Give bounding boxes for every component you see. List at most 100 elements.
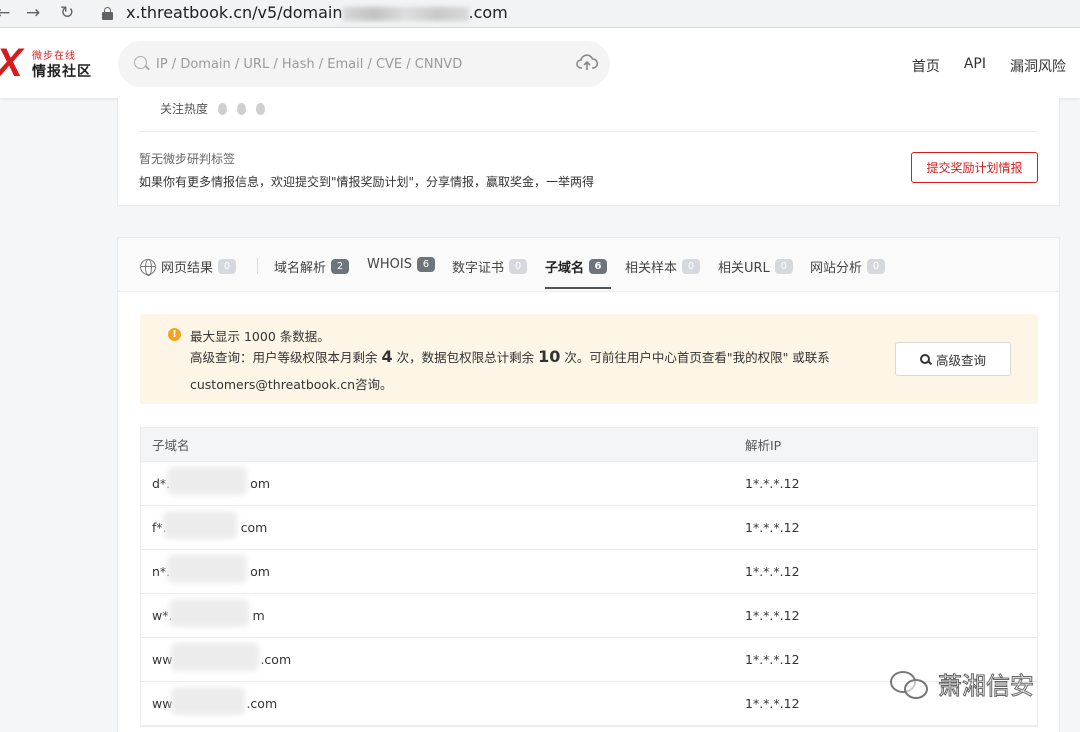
search-icon — [134, 56, 147, 69]
tab-count-badge: 0 — [218, 259, 237, 274]
subdomain-end: com — [240, 520, 268, 535]
cloud-upload-icon[interactable] — [576, 53, 598, 73]
table-row[interactable]: n*. om 1*.*.*.12 — [141, 550, 1037, 594]
table-row[interactable]: w*. m 1*.*.*.12 — [141, 594, 1037, 638]
lock-icon[interactable] — [102, 7, 113, 20]
subdomain-cell: w*. m — [141, 599, 735, 627]
redaction-block — [169, 599, 249, 627]
tab-count-badge: 0 — [509, 259, 528, 274]
notice-text: 次。可前往用户中心首页查看"我的权限" 或联系 — [560, 350, 830, 365]
reload-icon[interactable]: ↻ — [60, 2, 74, 24]
tab-whois[interactable]: WHOIS 6 — [367, 257, 435, 272]
package-remaining-count: 10 — [538, 347, 561, 366]
redaction-block — [171, 643, 259, 671]
result-tabs: 网页结果 0 域名解析 2 WHOIS 6 数字证书 0 子域名 6 相关样本 … — [118, 238, 1059, 292]
ip-cell: 1*.*.*.12 — [745, 564, 800, 579]
url-suffix: .com — [468, 3, 508, 22]
tab-label: 网页结果 — [161, 261, 214, 276]
search-icon — [919, 354, 930, 364]
tab-label: 相关URL — [718, 261, 770, 276]
tab-count-badge: 0 — [682, 259, 701, 274]
tab-related-samples[interactable]: 相关样本 0 — [625, 257, 701, 276]
flame-icon — [218, 102, 228, 115]
redaction-block — [171, 687, 245, 715]
query-limit-notice: ! 最大显示 1000 条数据。 高级查询：用户等级权限本月剩余 4 次，数据包… — [140, 314, 1038, 404]
redaction-block — [167, 467, 247, 495]
tab-separator — [257, 258, 258, 274]
site-header: X 微步在线 情报社区 首页 API 漏洞风险 — [0, 28, 1080, 98]
subdomain-end: .com — [246, 696, 278, 711]
url-redaction — [342, 6, 469, 21]
wechat-watermark: 萧湘信安 — [888, 666, 1035, 701]
url-field[interactable]: x.threatbook.cn/v5/domain .com — [126, 3, 508, 22]
flame-icon — [237, 102, 247, 115]
globe-icon — [140, 258, 156, 276]
tab-related-urls[interactable]: 相关URL 0 — [718, 257, 793, 276]
ip-cell: 1*.*.*.12 — [745, 476, 800, 491]
watermark-text: 萧湘信安 — [938, 672, 1035, 701]
intel-summary-card: 关注热度 暂无微步研判标签 如果你有更多情报信息，欢迎提交到"情报奖励计划"，分… — [117, 98, 1060, 206]
threatbook-logo[interactable]: X 微步在线 情报社区 — [0, 43, 100, 83]
subdomain-cell: ww .com — [141, 687, 735, 715]
tab-site-analysis[interactable]: 网站分析 0 — [810, 257, 886, 276]
tab-dns-resolution[interactable]: 域名解析 2 — [274, 257, 350, 276]
subdomain-cell: d*. om — [141, 467, 735, 495]
ip-cell: 1*.*.*.12 — [745, 608, 800, 623]
tab-label: 域名解析 — [274, 261, 327, 276]
logo-title: 情报社区 — [32, 64, 92, 80]
results-card: 网页结果 0 域名解析 2 WHOIS 6 数字证书 0 子域名 6 相关样本 … — [117, 237, 1060, 732]
subdomain-start: ww — [152, 652, 173, 667]
logo-x-mark: X — [0, 43, 23, 83]
header-resolved-ip: 解析IP — [745, 438, 782, 453]
subdomain-cell: ww .com — [141, 643, 735, 671]
tab-count-badge: 0 — [774, 259, 793, 274]
tab-label: WHOIS — [367, 257, 412, 272]
tab-count-badge: 6 — [589, 259, 608, 274]
subdomain-end: om — [250, 476, 270, 491]
search-bar — [118, 41, 610, 87]
header-subdomain: 子域名 — [152, 438, 190, 453]
ip-cell: 1*.*.*.12 — [745, 652, 800, 667]
table-row[interactable]: d*. om 1*.*.*.12 — [141, 462, 1037, 506]
nav-home[interactable]: 首页 — [912, 56, 940, 76]
tab-label: 数字证书 — [452, 261, 505, 276]
advanced-query-button[interactable]: 高级查询 — [895, 342, 1011, 376]
no-tag-text: 暂无微步研判标签 — [139, 152, 236, 166]
tab-certificates[interactable]: 数字证书 0 — [452, 257, 528, 276]
nav-vulnerability[interactable]: 漏洞风险 — [1010, 56, 1066, 76]
tab-web-results[interactable]: 网页结果 0 — [140, 257, 237, 276]
table-header: 子域名 解析IP — [141, 428, 1037, 462]
notice-text: 高级查询：用户等级权限本月剩余 — [190, 350, 382, 365]
reward-tip-text: 如果你有更多情报信息，欢迎提交到"情报奖励计划"，分享情报，赢取奖金，一举两得 — [139, 175, 595, 189]
nav-api[interactable]: API — [964, 56, 986, 76]
active-tab-underline — [545, 287, 611, 289]
tab-subdomains[interactable]: 子域名 6 — [545, 257, 608, 276]
flame-icon — [256, 102, 266, 115]
info-icon: ! — [168, 328, 181, 341]
main-nav: 首页 API 漏洞风险 — [912, 56, 1066, 76]
subdomain-start: ww — [152, 696, 173, 711]
notice-line-2: 高级查询：用户等级权限本月剩余 4 次，数据包权限总计剩余 10 次。可前往用户… — [190, 347, 830, 366]
submit-reward-intel-button[interactable]: 提交奖励计划情报 — [911, 152, 1038, 183]
subdomain-end: .com — [260, 652, 292, 667]
subdomain-cell: f*. com — [141, 511, 735, 539]
redaction-block — [163, 511, 237, 539]
notice-line-1: 最大显示 1000 条数据。 — [190, 329, 330, 344]
heat-label: 关注热度 — [160, 102, 209, 116]
notice-line-3: customers@threatbook.cn咨询。 — [190, 377, 393, 392]
tab-count-badge: 0 — [867, 259, 886, 274]
browser-address-bar: ← → ↻ x.threatbook.cn/v5/domain .com — [0, 0, 1080, 28]
tab-count-badge: 6 — [416, 257, 435, 272]
table-row[interactable]: f*. com 1*.*.*.12 — [141, 506, 1037, 550]
forward-arrow-icon[interactable]: → — [26, 2, 40, 24]
logo-subtitle: 微步在线 — [32, 51, 76, 62]
advanced-query-label: 高级查询 — [935, 352, 986, 368]
subdomain-end: om — [250, 564, 270, 579]
redaction-block — [167, 555, 247, 583]
monthly-remaining-count: 4 — [381, 347, 393, 366]
back-arrow-icon[interactable]: ← — [0, 2, 10, 24]
search-input[interactable] — [156, 52, 556, 76]
notice-text: 次，数据包权限总计剩余 — [392, 350, 539, 365]
wechat-icon — [888, 667, 932, 701]
heat-row: 关注热度 — [160, 100, 266, 117]
